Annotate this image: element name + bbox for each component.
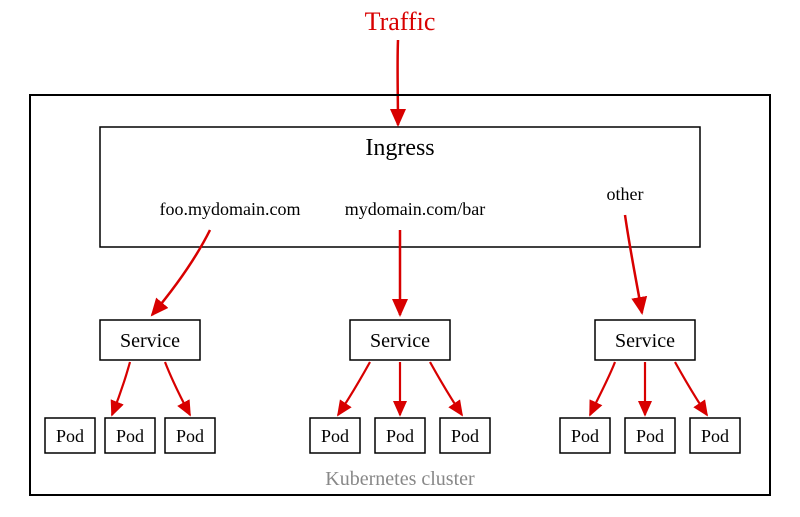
arrow-route0-to-service0: [152, 230, 210, 315]
pod-1-1: Pod: [375, 418, 425, 453]
traffic-label: Traffic: [365, 7, 436, 36]
cluster-label: Kubernetes cluster: [325, 468, 475, 490]
arrow-route2-to-service2: [625, 215, 642, 313]
arrow-service1-pod0: [338, 362, 370, 415]
pod-0-1: Pod: [105, 418, 155, 453]
service-label-2: Service: [615, 330, 675, 352]
svg-text:Pod: Pod: [636, 426, 664, 446]
service-label-0: Service: [120, 330, 180, 352]
pod-1-2: Pod: [440, 418, 490, 453]
arrow-service2-pod2: [675, 362, 707, 415]
svg-text:Pod: Pod: [571, 426, 599, 446]
pod-1-0: Pod: [310, 418, 360, 453]
arrow-service0-pod2: [165, 362, 190, 415]
ingress-route-2: other: [607, 184, 644, 204]
svg-text:Pod: Pod: [321, 426, 349, 446]
service-group-2: Service Pod Pod Pod: [560, 320, 740, 453]
service-group-0: Service Pod Pod Pod: [45, 320, 215, 453]
pod-0-0: Pod: [45, 418, 95, 453]
svg-text:Pod: Pod: [386, 426, 414, 446]
kubernetes-ingress-diagram: Traffic Kubernetes cluster Ingress foo.m…: [0, 0, 800, 517]
arrow-service1-pod2: [430, 362, 462, 415]
svg-text:Pod: Pod: [176, 426, 204, 446]
svg-text:Pod: Pod: [56, 426, 84, 446]
pod-0-2: Pod: [165, 418, 215, 453]
ingress-route-0: foo.mydomain.com: [160, 199, 301, 219]
svg-text:Pod: Pod: [701, 426, 729, 446]
svg-text:Pod: Pod: [116, 426, 144, 446]
svg-text:Pod: Pod: [451, 426, 479, 446]
ingress-route-1: mydomain.com/bar: [345, 199, 485, 219]
arrow-service2-pod0: [590, 362, 615, 415]
pod-2-1: Pod: [625, 418, 675, 453]
arrow-service0-pod1: [112, 362, 130, 415]
service-group-1: Service Pod Pod Pod: [310, 320, 490, 453]
service-label-1: Service: [370, 330, 430, 352]
pod-2-0: Pod: [560, 418, 610, 453]
pod-2-2: Pod: [690, 418, 740, 453]
ingress-title: Ingress: [365, 135, 434, 161]
